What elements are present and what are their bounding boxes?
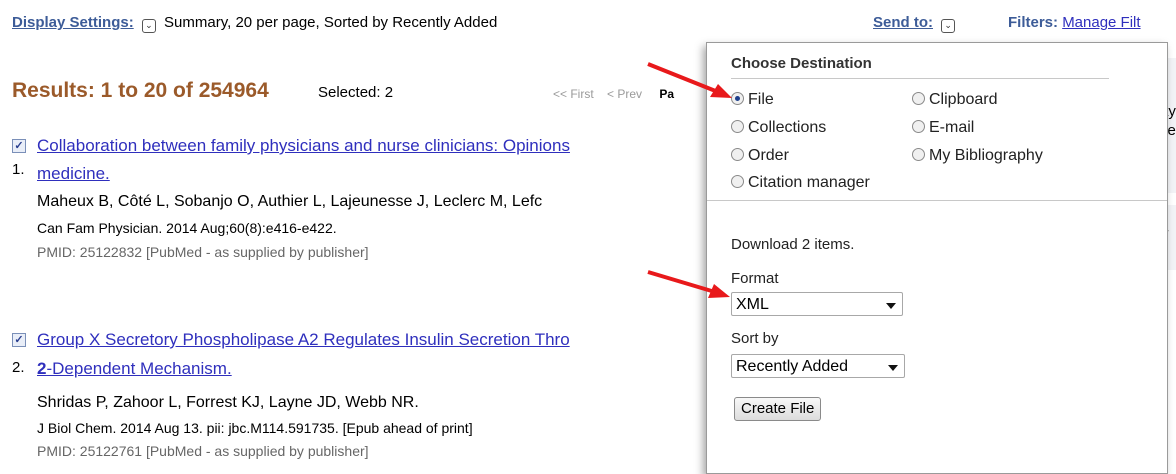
chevron-down-icon	[888, 365, 898, 371]
article-number: 2.	[12, 359, 25, 376]
article-checkbox[interactable]: ✓	[12, 139, 26, 153]
article-authors: Shridas P, Zahoor L, Forrest KJ, Layne J…	[37, 394, 419, 411]
article-journal: Can Fam Physician. 2014 Aug;60(8):e416-e…	[37, 220, 337, 236]
radio-icon	[912, 92, 925, 105]
annotation-arrow-icon	[647, 62, 732, 98]
article-title[interactable]: Collaboration between family physicians …	[37, 136, 570, 156]
send-to-popup: Choose Destination File Clipboard Collec…	[706, 42, 1168, 474]
format-value: XML	[736, 296, 769, 313]
title-rest: -Dependent Mechanism.	[46, 359, 232, 378]
radio-email[interactable]: E-mail	[912, 119, 974, 137]
sort-value: Recently Added	[736, 358, 849, 375]
divider	[731, 78, 1109, 79]
article-title-continued[interactable]: 2-Dependent Mechanism.	[37, 359, 232, 379]
format-select[interactable]: XML	[731, 292, 903, 316]
display-settings: Display Settings: ⌄ Summary, 20 per page…	[12, 14, 497, 33]
radio-clipboard-label: Clipboard	[929, 91, 998, 108]
manage-filters-link[interactable]: Manage Filt	[1062, 14, 1140, 31]
radio-clipboard[interactable]: Clipboard	[912, 91, 997, 109]
radio-icon	[912, 148, 925, 161]
first-page-link[interactable]: << First	[553, 87, 594, 101]
article-pmid: PMID: 25122761 [PubMed - as supplied by …	[37, 443, 369, 459]
divider	[707, 200, 1167, 201]
popup-heading: Choose Destination	[731, 55, 872, 72]
results-heading: Results: 1 to 20 of 254964	[12, 79, 269, 102]
radio-collections-label: Collections	[748, 119, 827, 136]
radio-order-label: Order	[748, 147, 789, 164]
article-title-continued[interactable]: medicine.	[37, 164, 110, 184]
radio-collections[interactable]: Collections	[731, 119, 826, 137]
radio-order[interactable]: Order	[731, 147, 789, 165]
article-checkbox[interactable]: ✓	[12, 333, 26, 347]
radio-file-label: File	[748, 91, 774, 108]
filters: Filters: Manage Filt	[1008, 14, 1141, 31]
article-journal: J Biol Chem. 2014 Aug 13. pii: jbc.M114.…	[37, 420, 473, 436]
radio-icon	[731, 120, 744, 133]
chevron-down-icon[interactable]: ⌄	[941, 19, 956, 33]
chevron-down-icon	[886, 303, 896, 309]
send-to-link[interactable]: Send to:	[873, 14, 933, 31]
article-number: 1.	[12, 161, 25, 178]
radio-my-bibliography-label: My Bibliography	[929, 147, 1043, 164]
download-count-text: Download 2 items.	[731, 236, 855, 253]
article-authors: Maheux B, Côté L, Sobanjo O, Authier L, …	[37, 193, 543, 210]
sort-label: Sort by	[731, 330, 779, 347]
radio-my-bibliography[interactable]: My Bibliography	[912, 147, 1043, 165]
radio-citation-manager[interactable]: Citation manager	[731, 174, 870, 192]
create-file-button[interactable]: Create File	[734, 397, 822, 421]
radio-icon	[731, 148, 744, 161]
radio-icon	[731, 175, 744, 188]
radio-citation-manager-label: Citation manager	[748, 174, 870, 191]
radio-email-label: E-mail	[929, 119, 975, 136]
chevron-down-icon[interactable]: ⌄	[141, 19, 156, 33]
send-to[interactable]: Send to: ⌄	[873, 14, 959, 33]
radio-icon	[912, 120, 925, 133]
article-pmid: PMID: 25122832 [PubMed - as supplied by …	[37, 244, 369, 260]
display-settings-value: Summary, 20 per page, Sorted by Recently…	[164, 14, 498, 31]
display-settings-link[interactable]: Display Settings:	[12, 14, 134, 31]
article-title[interactable]: Group X Secretory Phospholipase A2 Regul…	[37, 330, 570, 350]
sort-select[interactable]: Recently Added	[731, 354, 905, 378]
selected-count: Selected: 2	[318, 84, 394, 101]
prev-page-link[interactable]: < Prev	[607, 87, 642, 101]
filters-label: Filters:	[1008, 14, 1059, 31]
annotation-arrow-icon	[647, 270, 730, 298]
